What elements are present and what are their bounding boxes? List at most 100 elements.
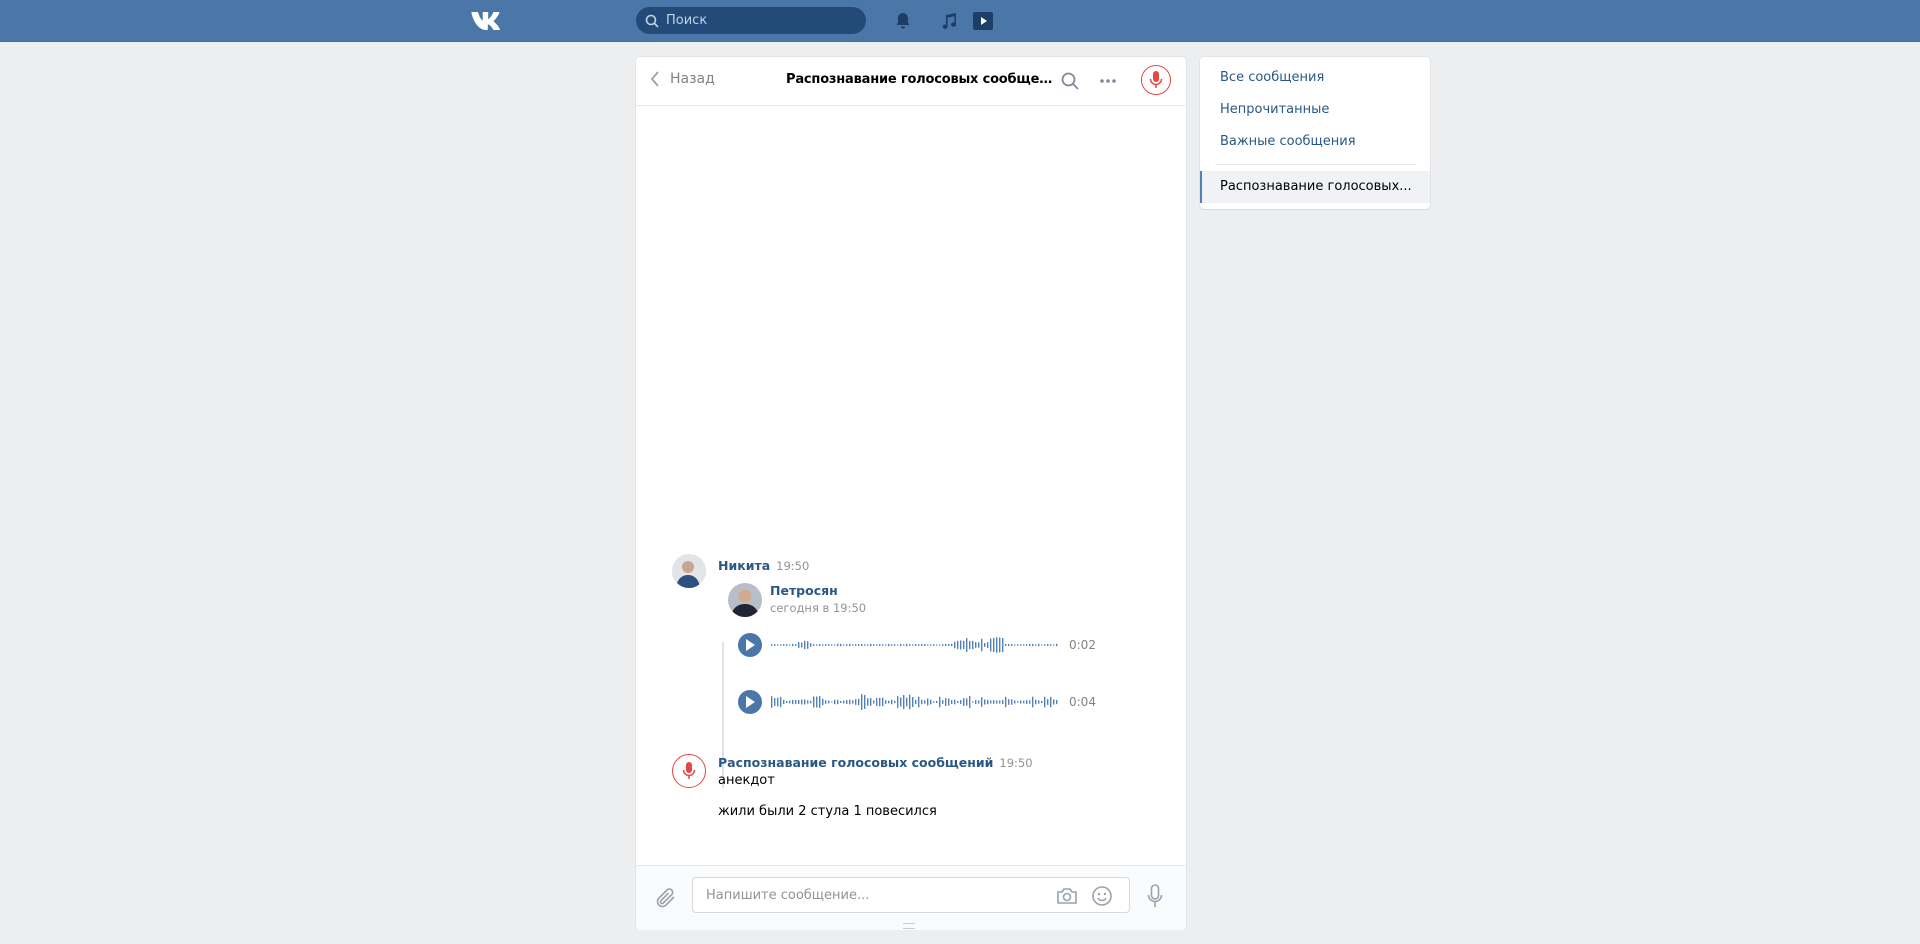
waveform-bar [1008, 644, 1010, 646]
microphone-icon [1149, 71, 1163, 88]
waveform-bar [780, 696, 782, 708]
waveform-bar [945, 698, 947, 706]
menu-divider [1216, 164, 1416, 165]
waveform-bar [891, 699, 893, 705]
play-button[interactable] [738, 633, 762, 657]
waveform-bar [852, 700, 854, 704]
audio-duration: 0:04 [1069, 695, 1096, 709]
waveform-bar [792, 643, 794, 647]
waveform-bar [927, 698, 929, 706]
waveform-bar [1017, 644, 1019, 646]
waveform-bar [858, 644, 860, 646]
waveform-bar [786, 700, 788, 704]
waveform-bar [1029, 700, 1031, 704]
waveform-bar [981, 638, 983, 652]
message-time[interactable]: 19:50 [776, 559, 809, 573]
bell-icon[interactable] [893, 11, 913, 31]
waveform-bar [915, 644, 917, 646]
forwarded-author[interactable]: Петросян [770, 583, 838, 598]
waveform-bar [777, 697, 779, 707]
waveform-bar [906, 697, 908, 707]
music-icon[interactable] [939, 11, 959, 31]
waveform-bar [1014, 644, 1016, 646]
waveform-bar [909, 644, 911, 646]
waveform-bar [861, 643, 863, 647]
message-author[interactable]: Распознавание голосовых сообщений [718, 755, 993, 770]
avatar[interactable] [672, 554, 706, 588]
waveform-bar [918, 644, 920, 646]
waveform-bar [1053, 699, 1055, 705]
play-button[interactable] [738, 690, 762, 714]
audio-message: 0:02 [738, 633, 1096, 657]
waveform-bar [990, 638, 992, 652]
waveform-bar [984, 643, 986, 647]
search-box[interactable] [636, 7, 866, 34]
waveform-bar [882, 644, 884, 646]
search-input[interactable] [664, 12, 858, 29]
top-bar [0, 0, 1920, 42]
back-button[interactable]: Назад [650, 71, 715, 87]
waveform-bar [876, 698, 878, 706]
waveform-bar [789, 644, 791, 646]
back-label: Назад [670, 71, 715, 87]
waveform[interactable] [770, 690, 1058, 714]
waveform-bar [1002, 700, 1004, 704]
waveform-bar [918, 696, 920, 708]
video-icon[interactable] [972, 11, 994, 31]
chat-panel: Назад Распознавание голосовых сообщений … [636, 57, 1186, 930]
menu-item-unread[interactable]: Непрочитанные [1200, 94, 1430, 126]
waveform-bar [1035, 699, 1037, 705]
chat-title[interactable]: Распознавание голосовых сообщений [786, 72, 1056, 87]
waveform-bar [912, 697, 914, 707]
waveform-bar [879, 697, 881, 707]
waveform-bar [1032, 643, 1034, 647]
waveform-bar [1020, 700, 1022, 704]
waveform-bar [978, 700, 980, 704]
waveform-bar [1020, 644, 1022, 646]
waveform-bar [849, 643, 851, 647]
forwarded-avatar[interactable] [728, 583, 762, 617]
message-author[interactable]: Никита [718, 558, 770, 573]
waveform-bar [807, 700, 809, 704]
menu-item-important[interactable]: Важные сообщения [1200, 126, 1430, 158]
waveform-bar [975, 700, 977, 704]
microphone-icon [682, 762, 696, 779]
emoji-icon[interactable] [1091, 885, 1113, 907]
microphone-icon[interactable] [1147, 884, 1163, 910]
waveform-bar [1002, 637, 1004, 653]
waveform-bar [780, 644, 782, 646]
waveform[interactable] [770, 633, 1058, 657]
waveform-bar [1005, 696, 1007, 708]
waveform-bar [819, 643, 821, 647]
waveform-bar [963, 640, 965, 650]
waveform-bar [900, 643, 902, 647]
chat-avatar[interactable] [1141, 65, 1171, 95]
waveform-bar [1011, 699, 1013, 705]
paperclip-icon[interactable] [654, 886, 678, 910]
more-icon[interactable] [1098, 71, 1118, 91]
waveform-bar [963, 698, 965, 706]
waveform-bar [843, 644, 845, 646]
waveform-bar [1044, 696, 1046, 708]
waveform-bar [852, 644, 854, 646]
waveform-bar [822, 698, 824, 706]
waveform-bar [1041, 644, 1043, 646]
waveform-bar [801, 699, 803, 705]
resize-handle[interactable] [903, 923, 915, 929]
bot-avatar[interactable] [672, 754, 706, 788]
waveform-bar [1053, 644, 1055, 646]
waveform-bar [966, 638, 968, 652]
messages-menu: Все сообщения Непрочитанные Важные сообщ… [1200, 57, 1430, 209]
waveform-bar [966, 698, 968, 706]
waveform-bar [858, 698, 860, 706]
camera-icon[interactable] [1056, 886, 1078, 906]
message-time[interactable]: 19:50 [999, 756, 1032, 770]
waveform-bar [825, 700, 827, 704]
menu-item-all[interactable]: Все сообщения [1200, 62, 1430, 94]
search-icon[interactable] [1060, 71, 1080, 91]
waveform-bar [1008, 699, 1010, 705]
waveform-bar [885, 644, 887, 646]
menu-item-active-chat[interactable]: Распознавание голосовых... [1200, 171, 1430, 203]
vk-logo-icon[interactable] [470, 9, 504, 31]
waveform-bar [882, 697, 884, 707]
